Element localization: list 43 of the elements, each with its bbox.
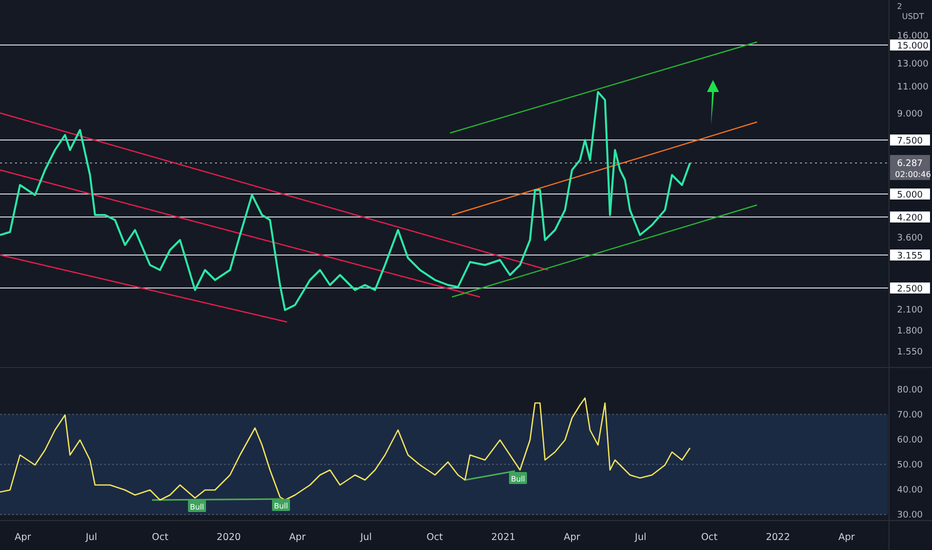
axis-label: Oct: [701, 532, 718, 543]
axis-label: Jul: [86, 532, 98, 543]
current-price-tag: 6.287 02:00:46: [890, 155, 931, 180]
price-level-tag: 2.500: [890, 282, 930, 294]
trend-line[interactable]: [452, 204, 758, 298]
trend-line[interactable]: [0, 169, 480, 298]
axis-label: 13.000: [897, 60, 928, 70]
price-level-tag: 5.000: [890, 188, 930, 200]
axis-label: 9.000: [897, 110, 923, 120]
axis-label: Apr: [289, 532, 306, 543]
axis-label: 2.100: [897, 306, 923, 316]
price-level-tag: 4.200: [890, 212, 930, 224]
axis-label: 70.00: [897, 410, 923, 420]
axis-label: Apr: [564, 532, 580, 543]
axis-label: 11.000: [897, 82, 928, 92]
trend-line[interactable]: [452, 121, 758, 216]
axis-label: 1.800: [897, 326, 923, 336]
axis-label: 3.600: [897, 234, 923, 244]
axis-label: 2: [897, 2, 902, 11]
axis-label: 2021: [491, 532, 516, 543]
axis-label: 50.00: [897, 460, 923, 470]
currency-label: USDT: [902, 12, 924, 21]
axis-label: Jul: [360, 532, 372, 543]
axis-label: 2022: [766, 532, 790, 543]
axis-label: 1.550: [897, 348, 923, 358]
axis-label: 40.00: [897, 485, 923, 496]
axis-label: Jul: [634, 532, 646, 543]
price-level-tag: 15.000: [890, 40, 930, 52]
axis-label: Oct: [426, 532, 443, 543]
axis-label: Oct: [152, 532, 168, 543]
axis-label: 60.00: [897, 435, 923, 446]
price-level-tag: 3.155: [890, 250, 930, 262]
axis-label: 80.00: [897, 385, 923, 396]
up-arrow[interactable]: [707, 80, 719, 125]
axis-label: Apr: [838, 532, 855, 543]
axis-label: Apr: [14, 532, 32, 543]
axis-label: 16.000: [897, 32, 928, 42]
trend-line[interactable]: [0, 112, 548, 271]
trend-line[interactable]: [0, 254, 288, 323]
axis-label: 30.00: [897, 510, 923, 520]
price-level-tag: 7.500: [890, 134, 930, 146]
trend-line[interactable]: [450, 41, 758, 134]
axis-label: 2020: [216, 532, 241, 543]
